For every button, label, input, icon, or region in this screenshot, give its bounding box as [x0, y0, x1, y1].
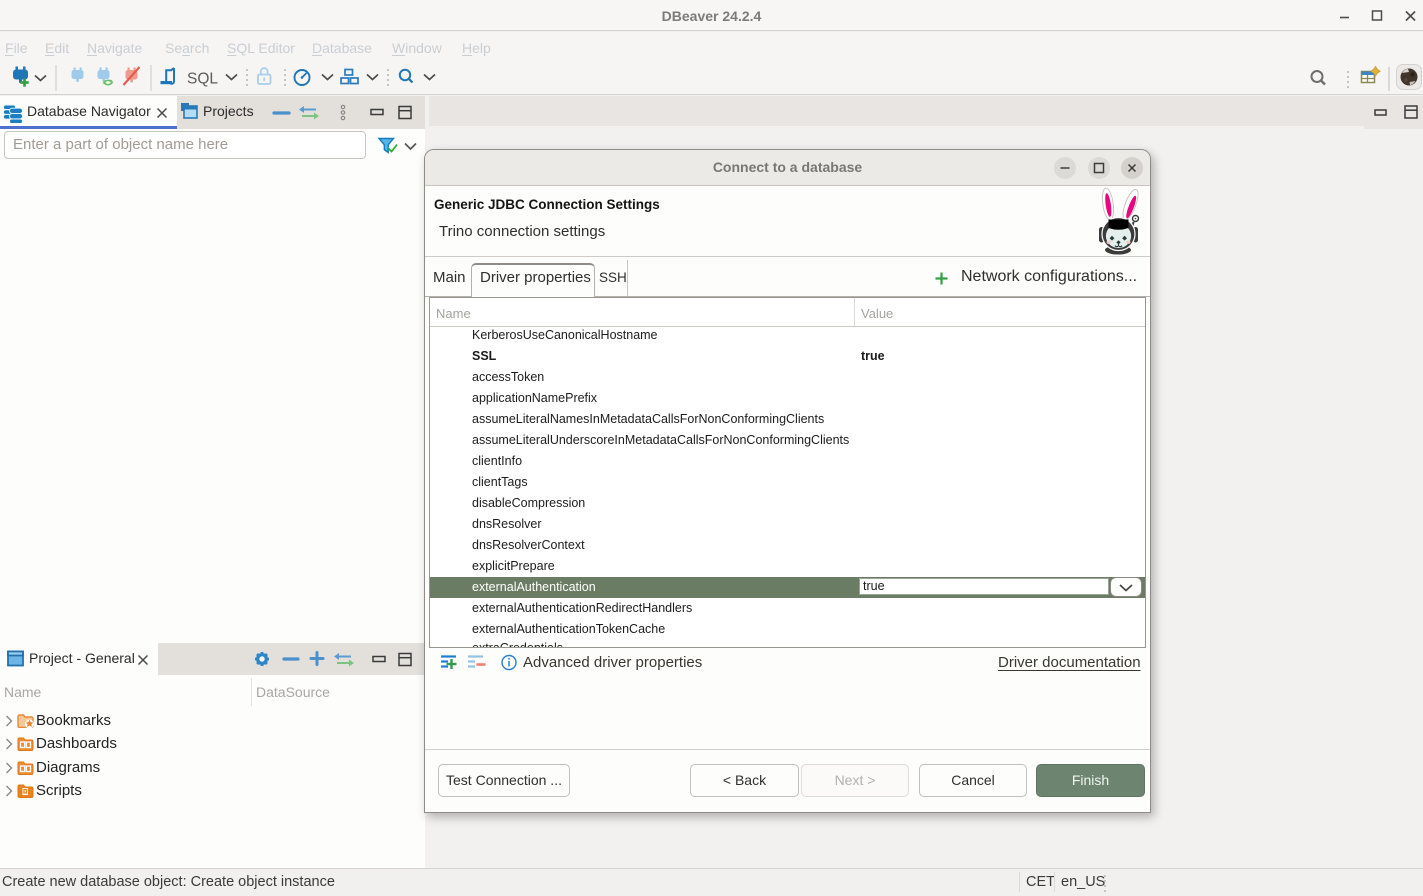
svg-text:SQL: SQL — [187, 71, 218, 88]
